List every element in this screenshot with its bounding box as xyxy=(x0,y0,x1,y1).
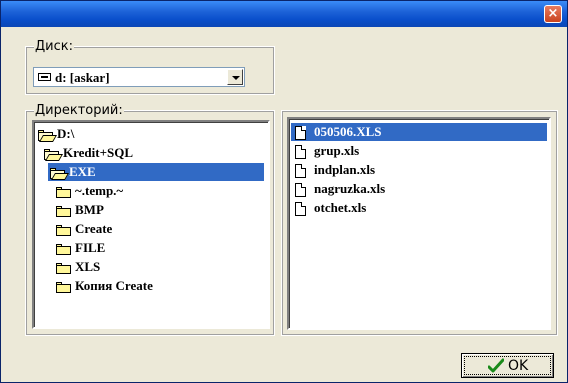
disk-label: Диск: xyxy=(34,39,74,54)
file-icon xyxy=(295,145,306,160)
file-icon xyxy=(295,126,306,141)
folder-icon xyxy=(56,243,71,255)
file-dialog-window: × Диск: d: [askar] Директорий: D:\ Kredit… xyxy=(0,0,568,383)
ok-button-label: OK xyxy=(508,358,529,374)
close-icon: × xyxy=(547,6,559,21)
open-folder-icon xyxy=(38,129,53,141)
directory-item-label: BMP xyxy=(75,202,104,217)
directory-item[interactable]: Копия Create xyxy=(56,277,153,295)
disk-select[interactable]: d: [askar] xyxy=(33,67,245,87)
close-button[interactable]: × xyxy=(544,5,562,23)
open-folder-icon xyxy=(44,148,59,160)
folder-icon xyxy=(56,186,71,198)
folder-icon xyxy=(56,281,71,293)
ok-button[interactable]: OK xyxy=(461,353,554,378)
folder-icon xyxy=(56,224,71,236)
directory-item[interactable]: Create xyxy=(56,220,112,238)
directory-item-label: EXE xyxy=(69,164,96,179)
directory-list[interactable]: D:\ Kredit+SQL EXE ~.temp.~ BMP Create FILE XLS… xyxy=(32,120,270,329)
file-item-label: nagruzka.xls xyxy=(314,181,386,196)
file-icon xyxy=(295,164,306,179)
directory-item[interactable]: ~.temp.~ xyxy=(56,182,123,200)
directory-item-label: ~.temp.~ xyxy=(75,183,124,198)
directory-item[interactable]: EXE xyxy=(50,163,96,181)
directory-item-label: D:\ xyxy=(57,126,75,141)
file-item-label: otchet.xls xyxy=(314,200,367,215)
title-bar[interactable]: × xyxy=(1,1,567,27)
checkmark-icon xyxy=(488,358,504,373)
directory-item[interactable]: Kredit+SQL xyxy=(44,144,133,162)
drive-icon xyxy=(38,73,51,81)
file-item[interactable]: indplan.xls xyxy=(295,161,375,179)
disk-select-value: d: [askar] xyxy=(55,70,110,85)
file-item-label: indplan.xls xyxy=(314,162,376,177)
directory-item[interactable]: XLS xyxy=(56,258,100,276)
file-icon xyxy=(295,183,306,198)
directory-label: Директорий: xyxy=(34,103,124,118)
directory-item-label: Kredit+SQL xyxy=(63,145,134,160)
open-folder-icon xyxy=(50,167,65,179)
directory-item-label: XLS xyxy=(75,259,101,274)
directory-item-label: Create xyxy=(75,221,113,236)
file-item[interactable]: grup.xls xyxy=(295,142,359,160)
file-item-label: grup.xls xyxy=(314,143,360,158)
file-item[interactable]: 050506.XLS xyxy=(295,123,382,141)
file-item[interactable]: otchet.xls xyxy=(295,199,366,217)
file-list[interactable]: 050506.XLS grup.xls indplan.xls nagruzka.xl… xyxy=(287,117,551,330)
directory-item-label: Копия Create xyxy=(75,278,153,293)
directory-item[interactable]: FILE xyxy=(56,239,105,257)
directory-item-label: FILE xyxy=(75,240,106,255)
directory-item[interactable]: BMP xyxy=(56,201,104,219)
folder-icon xyxy=(56,262,71,274)
chevron-down-icon[interactable] xyxy=(227,69,243,85)
file-item-label: 050506.XLS xyxy=(314,124,382,139)
file-icon xyxy=(295,202,306,217)
folder-icon xyxy=(56,205,71,217)
file-item[interactable]: nagruzka.xls xyxy=(295,180,385,198)
directory-item[interactable]: D:\ xyxy=(38,125,74,143)
